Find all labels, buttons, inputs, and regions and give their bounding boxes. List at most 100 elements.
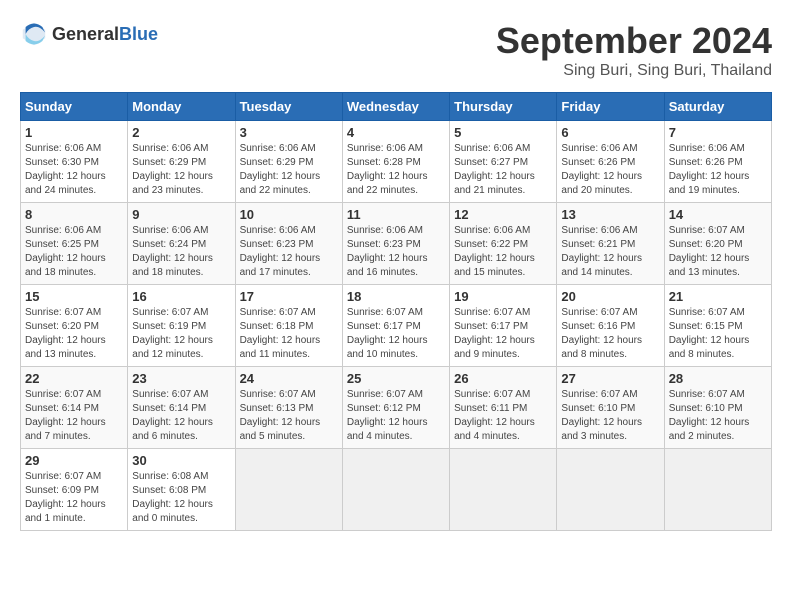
day-number: 5 bbox=[454, 125, 552, 140]
day-info: Sunrise: 6:06 AMSunset: 6:30 PMDaylight:… bbox=[25, 142, 123, 198]
table-row: 18 Sunrise: 6:07 AMSunset: 6:17 PMDayligh… bbox=[342, 285, 449, 367]
header-tuesday: Tuesday bbox=[235, 93, 342, 121]
logo-text: GeneralBlue bbox=[52, 24, 158, 45]
table-row: 3Sunrise: 6:06 AMSunset: 6:29 PMDaylight… bbox=[235, 121, 342, 203]
table-row: 6 Sunrise: 6:06 AMSunset: 6:26 PMDaylight… bbox=[557, 121, 664, 203]
day-number: 6 bbox=[561, 125, 659, 140]
table-row: 17 Sunrise: 6:07 AMSunset: 6:18 PMDayligh… bbox=[235, 285, 342, 367]
logo-blue: Blue bbox=[119, 24, 158, 44]
table-row: 24 Sunrise: 6:07 AMSunset: 6:13 PMDayligh… bbox=[235, 367, 342, 449]
table-row: 29 Sunrise: 6:07 AMSunset: 6:09 PMDayligh… bbox=[21, 449, 128, 531]
month-title: September 2024 bbox=[496, 20, 772, 62]
calendar-row: 1 Sunrise: 6:06 AMSunset: 6:30 PMDaylight… bbox=[21, 121, 772, 203]
day-number: 17 bbox=[240, 289, 338, 304]
day-info: Sunrise: 6:07 AMSunset: 6:20 PMDaylight:… bbox=[25, 306, 123, 362]
day-number: 19 bbox=[454, 289, 552, 304]
table-row: 13 Sunrise: 6:06 AMSunset: 6:21 PMDayligh… bbox=[557, 203, 664, 285]
day-number: 23 bbox=[132, 371, 230, 386]
logo: GeneralBlue bbox=[20, 20, 158, 48]
day-number: 12 bbox=[454, 207, 552, 222]
day-info: Sunrise: 6:06 AMSunset: 6:28 PMDaylight:… bbox=[347, 142, 445, 198]
table-row: 25 Sunrise: 6:07 AMSunset: 6:12 PMDayligh… bbox=[342, 367, 449, 449]
day-number: 1 bbox=[25, 125, 123, 140]
day-info: Sunrise: 6:06 AMSunset: 6:27 PMDaylight:… bbox=[454, 142, 552, 198]
day-info: Sunrise: 6:07 AMSunset: 6:09 PMDaylight:… bbox=[25, 470, 123, 526]
day-number: 24 bbox=[240, 371, 338, 386]
table-row: 8 Sunrise: 6:06 AMSunset: 6:25 PMDaylight… bbox=[21, 203, 128, 285]
table-row: 15 Sunrise: 6:07 AMSunset: 6:20 PMDayligh… bbox=[21, 285, 128, 367]
table-row: 2Sunrise: 6:06 AMSunset: 6:29 PMDaylight… bbox=[128, 121, 235, 203]
day-number: 30 bbox=[132, 453, 230, 468]
location-title: Sing Buri, Sing Buri, Thailand bbox=[496, 62, 772, 80]
header-friday: Friday bbox=[557, 93, 664, 121]
table-row bbox=[557, 449, 664, 531]
day-info: Sunrise: 6:06 AMSunset: 6:24 PMDaylight:… bbox=[132, 224, 230, 280]
table-row: 30Sunrise: 6:08 AMSunset: 6:08 PMDayligh… bbox=[128, 449, 235, 531]
table-row: 26 Sunrise: 6:07 AMSunset: 6:11 PMDayligh… bbox=[450, 367, 557, 449]
day-number: 7 bbox=[669, 125, 767, 140]
day-info: Sunrise: 6:07 AMSunset: 6:15 PMDaylight:… bbox=[669, 306, 767, 362]
title-area: September 2024 Sing Buri, Sing Buri, Tha… bbox=[496, 20, 772, 80]
table-row: 4 Sunrise: 6:06 AMSunset: 6:28 PMDaylight… bbox=[342, 121, 449, 203]
day-info: Sunrise: 6:07 AMSunset: 6:11 PMDaylight:… bbox=[454, 388, 552, 444]
day-info: Sunrise: 6:07 AMSunset: 6:17 PMDaylight:… bbox=[454, 306, 552, 362]
table-row: 23Sunrise: 6:07 AMSunset: 6:14 PMDayligh… bbox=[128, 367, 235, 449]
day-info: Sunrise: 6:06 AMSunset: 6:25 PMDaylight:… bbox=[25, 224, 123, 280]
day-info: Sunrise: 6:07 AMSunset: 6:20 PMDaylight:… bbox=[669, 224, 767, 280]
day-number: 16 bbox=[132, 289, 230, 304]
page-header: GeneralBlue September 2024 Sing Buri, Si… bbox=[20, 20, 772, 80]
day-number: 8 bbox=[25, 207, 123, 222]
table-row bbox=[450, 449, 557, 531]
calendar-row: 29 Sunrise: 6:07 AMSunset: 6:09 PMDayligh… bbox=[21, 449, 772, 531]
day-number: 9 bbox=[132, 207, 230, 222]
day-number: 21 bbox=[669, 289, 767, 304]
day-number: 3 bbox=[240, 125, 338, 140]
day-number: 27 bbox=[561, 371, 659, 386]
day-number: 11 bbox=[347, 207, 445, 222]
day-info: Sunrise: 6:06 AMSunset: 6:29 PMDaylight:… bbox=[132, 142, 230, 198]
logo-general: General bbox=[52, 24, 119, 44]
day-number: 22 bbox=[25, 371, 123, 386]
table-row: 10Sunrise: 6:06 AMSunset: 6:23 PMDayligh… bbox=[235, 203, 342, 285]
day-info: Sunrise: 6:06 AMSunset: 6:26 PMDaylight:… bbox=[669, 142, 767, 198]
day-number: 29 bbox=[25, 453, 123, 468]
table-row: 14Sunrise: 6:07 AMSunset: 6:20 PMDayligh… bbox=[664, 203, 771, 285]
calendar-row: 22 Sunrise: 6:07 AMSunset: 6:14 PMDayligh… bbox=[21, 367, 772, 449]
table-row: 16Sunrise: 6:07 AMSunset: 6:19 PMDayligh… bbox=[128, 285, 235, 367]
header-sunday: Sunday bbox=[21, 93, 128, 121]
table-row: 27Sunrise: 6:07 AMSunset: 6:10 PMDayligh… bbox=[557, 367, 664, 449]
day-number: 20 bbox=[561, 289, 659, 304]
day-info: Sunrise: 6:07 AMSunset: 6:16 PMDaylight:… bbox=[561, 306, 659, 362]
calendar-row: 8 Sunrise: 6:06 AMSunset: 6:25 PMDaylight… bbox=[21, 203, 772, 285]
day-number: 18 bbox=[347, 289, 445, 304]
day-number: 25 bbox=[347, 371, 445, 386]
day-info: Sunrise: 6:07 AMSunset: 6:10 PMDaylight:… bbox=[669, 388, 767, 444]
day-number: 4 bbox=[347, 125, 445, 140]
header-monday: Monday bbox=[128, 93, 235, 121]
header-saturday: Saturday bbox=[664, 93, 771, 121]
header-wednesday: Wednesday bbox=[342, 93, 449, 121]
day-info: Sunrise: 6:06 AMSunset: 6:21 PMDaylight:… bbox=[561, 224, 659, 280]
table-row: 21 Sunrise: 6:07 AMSunset: 6:15 PMDayligh… bbox=[664, 285, 771, 367]
day-info: Sunrise: 6:06 AMSunset: 6:22 PMDaylight:… bbox=[454, 224, 552, 280]
day-info: Sunrise: 6:06 AMSunset: 6:23 PMDaylight:… bbox=[347, 224, 445, 280]
day-number: 26 bbox=[454, 371, 552, 386]
day-number: 13 bbox=[561, 207, 659, 222]
day-info: Sunrise: 6:07 AMSunset: 6:13 PMDaylight:… bbox=[240, 388, 338, 444]
header-thursday: Thursday bbox=[450, 93, 557, 121]
day-number: 15 bbox=[25, 289, 123, 304]
day-info: Sunrise: 6:06 AMSunset: 6:26 PMDaylight:… bbox=[561, 142, 659, 198]
table-row: 19 Sunrise: 6:07 AMSunset: 6:17 PMDayligh… bbox=[450, 285, 557, 367]
table-row: 9 Sunrise: 6:06 AMSunset: 6:24 PMDaylight… bbox=[128, 203, 235, 285]
day-info: Sunrise: 6:07 AMSunset: 6:18 PMDaylight:… bbox=[240, 306, 338, 362]
day-info: Sunrise: 6:07 AMSunset: 6:17 PMDaylight:… bbox=[347, 306, 445, 362]
day-info: Sunrise: 6:07 AMSunset: 6:12 PMDaylight:… bbox=[347, 388, 445, 444]
table-row: 20 Sunrise: 6:07 AMSunset: 6:16 PMDayligh… bbox=[557, 285, 664, 367]
table-row: 5 Sunrise: 6:06 AMSunset: 6:27 PMDaylight… bbox=[450, 121, 557, 203]
table-row bbox=[664, 449, 771, 531]
table-row: 28Sunrise: 6:07 AMSunset: 6:10 PMDayligh… bbox=[664, 367, 771, 449]
day-number: 10 bbox=[240, 207, 338, 222]
header-row: Sunday Monday Tuesday Wednesday Thursday… bbox=[21, 93, 772, 121]
calendar-table: Sunday Monday Tuesday Wednesday Thursday… bbox=[20, 92, 772, 531]
day-info: Sunrise: 6:07 AMSunset: 6:14 PMDaylight:… bbox=[25, 388, 123, 444]
